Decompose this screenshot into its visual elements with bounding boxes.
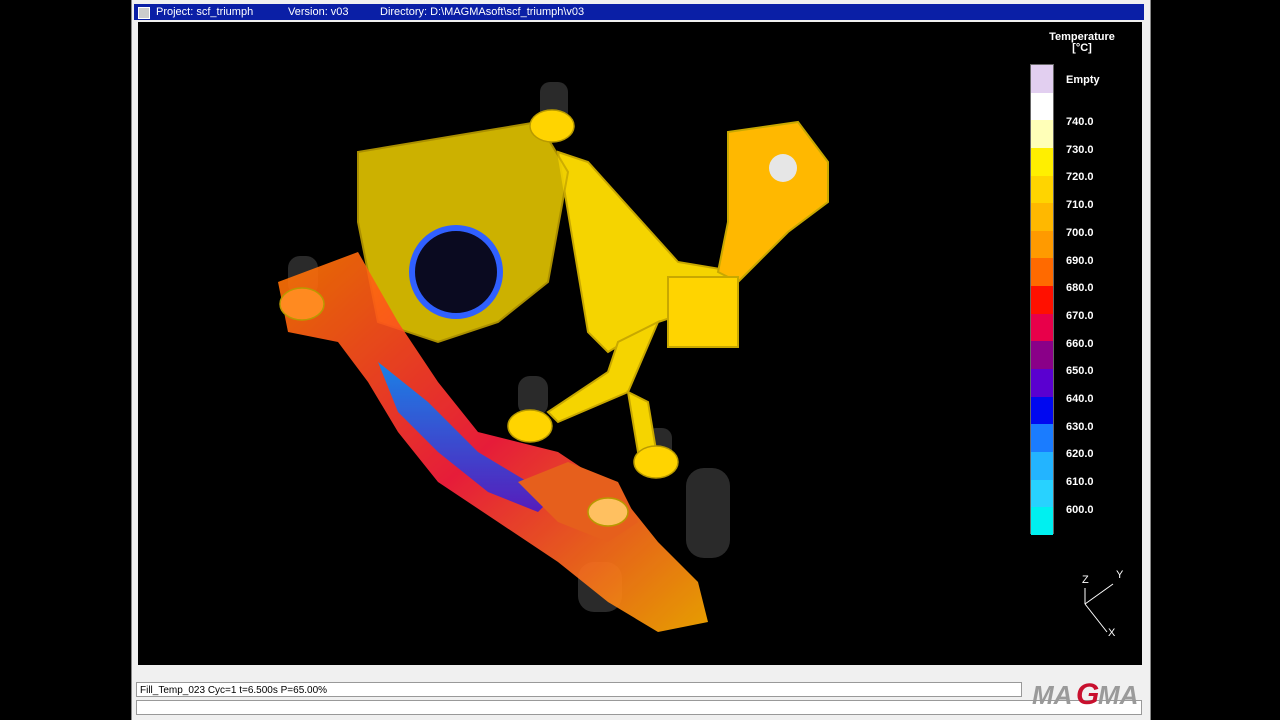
legend-value-label: 730.0 (1066, 143, 1094, 156)
magma-logo: MA G MA (1032, 678, 1138, 711)
directory-label: Directory: D:\MAGMAsoft\scf_triumph\v03 (380, 6, 585, 18)
legend-empty-label: Empty (1066, 74, 1100, 86)
legend-swatch (1031, 230, 1053, 259)
legend-swatch (1031, 65, 1053, 93)
svg-text:MA: MA (1098, 680, 1138, 710)
legend-value-label: 690.0 (1066, 254, 1094, 267)
legend-value-label: 740.0 (1066, 116, 1094, 128)
simulation-viewport[interactable] (138, 22, 1142, 665)
svg-text:G: G (1076, 678, 1099, 711)
legend-value-label: 610.0 (1066, 476, 1094, 489)
legend-unit: [°C] (1072, 42, 1092, 54)
legend-swatch (1031, 92, 1053, 121)
legend-value-label: 630.0 (1066, 420, 1094, 433)
project-label: Project: scf_triumph (156, 6, 254, 18)
legend-swatch (1031, 258, 1053, 287)
legend-value-label: 620.0 (1066, 448, 1094, 461)
axis-triad-icon (1084, 583, 1114, 633)
legend-value-label: 600.0 (1066, 503, 1094, 516)
temperature-color-scale (1030, 64, 1054, 535)
legend-swatch (1031, 120, 1053, 148)
window-menu-icon[interactable] (138, 7, 150, 19)
legend-swatch (1031, 369, 1053, 397)
version-label: Version: v03 (288, 6, 349, 18)
legend-swatch (1031, 424, 1053, 452)
legend-value-label: 650.0 (1066, 365, 1094, 378)
legend-swatch (1031, 341, 1053, 370)
legend-swatch (1031, 479, 1053, 508)
legend-value-label: 660.0 (1066, 337, 1094, 350)
bore-hole (409, 225, 503, 319)
legend-swatch (1031, 286, 1053, 314)
legend-value-label: 640.0 (1066, 393, 1094, 405)
legend-swatch (1031, 507, 1053, 535)
legend-value-label: 700.0 (1066, 226, 1094, 239)
casting-3d-model (278, 82, 829, 632)
status-bar-secondary (136, 700, 1142, 715)
legend-swatch (1031, 396, 1053, 425)
legend-swatch (1031, 147, 1053, 176)
legend-value-label: 670.0 (1066, 309, 1094, 322)
status-bar-time-info: Fill_Temp_023 Cyc=1 t=6.500s P=65.00% (136, 682, 1022, 697)
legend-swatch (1031, 203, 1053, 231)
legend-value-label: 680.0 (1066, 282, 1094, 295)
svg-text:MA: MA (1032, 680, 1072, 710)
legend-title: Temperature [°C] (1040, 32, 1124, 54)
title-bar: Project: scf_triumph Version: v03 Direct… (134, 4, 1144, 20)
legend-value-label: 720.0 (1066, 171, 1094, 184)
legend-value-label: 710.0 (1066, 199, 1094, 212)
legend-swatch (1031, 451, 1053, 480)
legend-swatch (1031, 175, 1053, 204)
pouring-cup (769, 154, 797, 182)
legend-swatch (1031, 313, 1053, 342)
